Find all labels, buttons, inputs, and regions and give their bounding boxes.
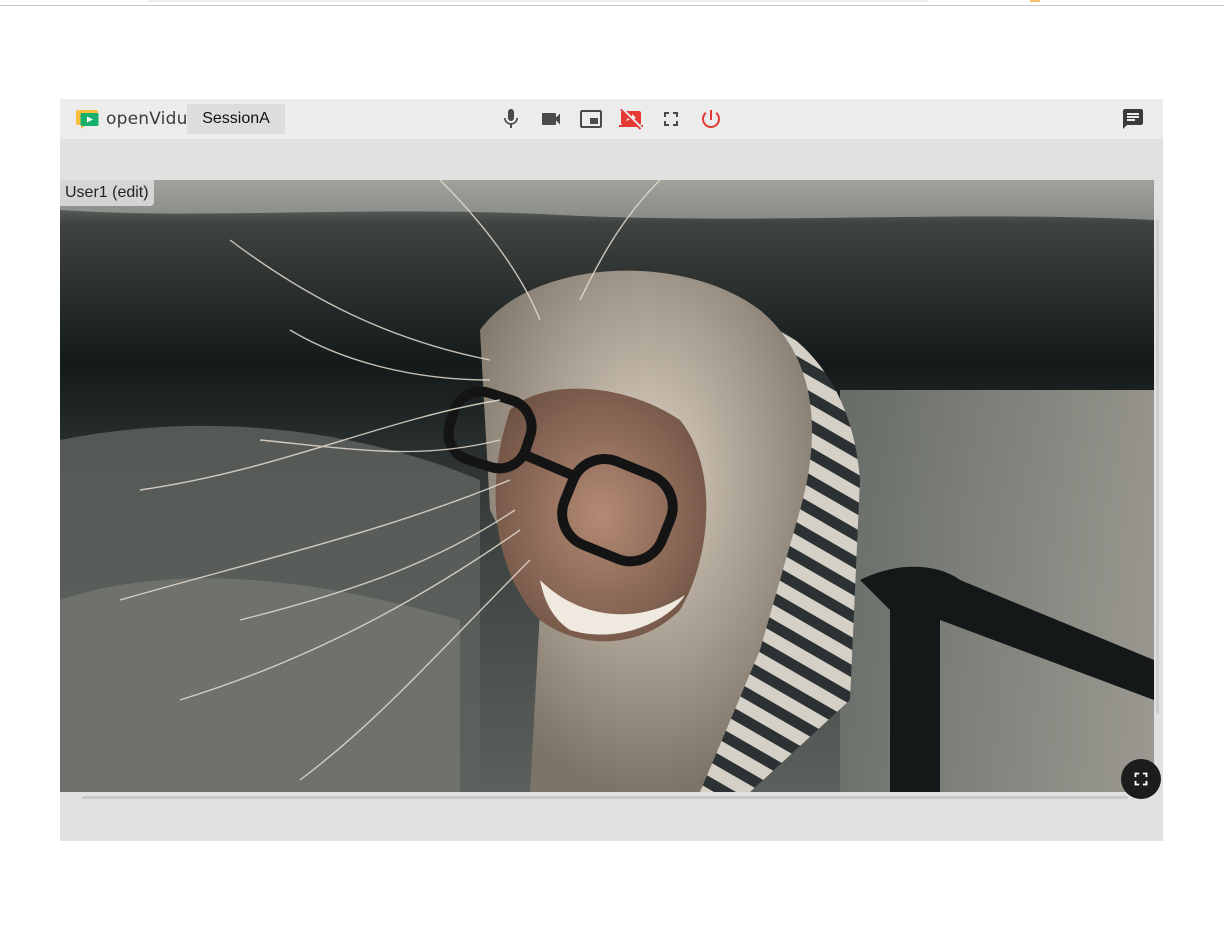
openvidu-app: openVidu SessionA User1 (edit) xyxy=(60,99,1163,841)
stop-screen-share-button[interactable] xyxy=(619,107,643,131)
chat-button[interactable] xyxy=(1121,107,1145,131)
openvidu-logo-icon xyxy=(76,110,99,129)
session-toolbar: openVidu SessionA xyxy=(60,99,1163,139)
leave-session-button[interactable] xyxy=(699,107,723,131)
camera-button[interactable] xyxy=(539,107,563,131)
brand-name: openVidu xyxy=(106,109,188,129)
picture-in-picture-icon xyxy=(580,110,602,128)
session-name: SessionA xyxy=(187,104,285,134)
video-fullscreen-button[interactable] xyxy=(1121,759,1161,799)
videocam-icon xyxy=(542,113,560,125)
vertical-scrollbar[interactable] xyxy=(1156,219,1159,714)
chat-icon xyxy=(1123,109,1143,129)
fullscreen-icon xyxy=(664,112,678,126)
participant-nickname[interactable]: User1 (edit) xyxy=(60,180,154,206)
horizontal-scrollbar[interactable] xyxy=(82,796,1128,799)
power-icon xyxy=(702,110,720,128)
participant-video-frame xyxy=(60,180,1154,792)
openvidu-logo: openVidu xyxy=(76,108,188,130)
mic-button[interactable] xyxy=(499,107,523,131)
extension-indicator xyxy=(1030,0,1040,2)
stop-screen-share-icon xyxy=(619,108,643,130)
screen-share-button[interactable] xyxy=(579,107,603,131)
fullscreen-icon xyxy=(1134,772,1148,786)
address-bar-hint xyxy=(148,0,928,2)
browser-top-rule xyxy=(0,5,1224,6)
video-stream[interactable]: User1 (edit) xyxy=(60,180,1154,792)
mic-icon xyxy=(504,109,518,128)
fullscreen-toolbar-button[interactable] xyxy=(659,107,683,131)
